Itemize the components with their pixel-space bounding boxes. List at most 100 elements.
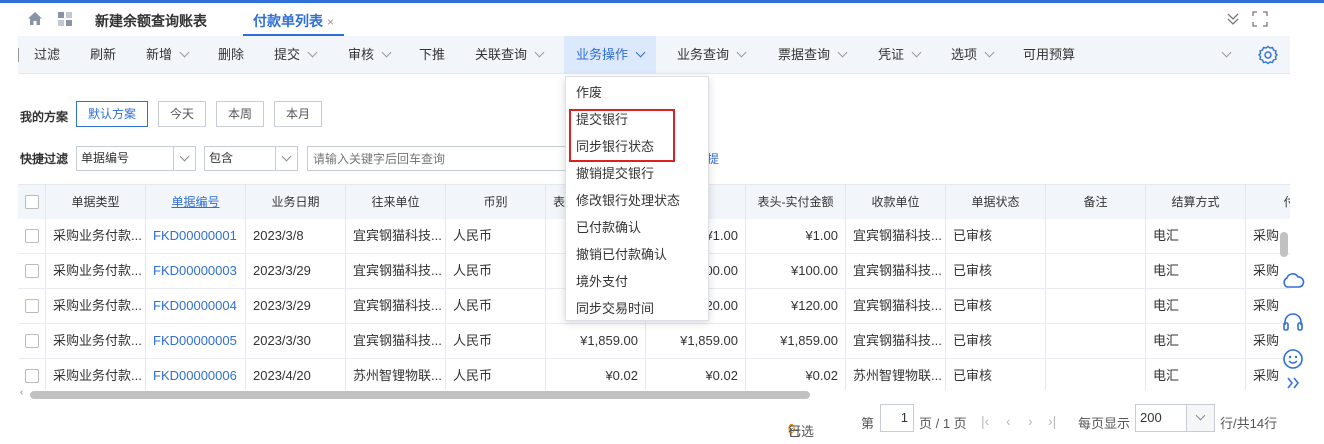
header-settlement[interactable]: 结算方式	[1146, 185, 1246, 219]
options-button[interactable]: 选项	[951, 36, 995, 74]
chevron-down-icon	[381, 47, 392, 58]
cell-counterparty: 宜宾钢猫科技...	[346, 219, 446, 253]
expand-side-icon[interactable]	[1280, 372, 1306, 394]
header-counterparty[interactable]: 往来单位	[346, 185, 446, 219]
push-down-button[interactable]: 下推	[419, 36, 445, 74]
menu-item-overseas-payment[interactable]: 境外支付	[566, 268, 708, 295]
cell-bill-number[interactable]: FKD00000001	[146, 219, 246, 253]
last-page-icon[interactable]: ›|	[1048, 413, 1056, 429]
cell-bill-type: 采购业务付款...	[46, 254, 146, 288]
row-checkbox[interactable]	[25, 334, 39, 348]
related-query-label: 关联查询	[475, 47, 528, 62]
header-payee[interactable]: 收款单位	[846, 185, 946, 219]
bill-query-button[interactable]: 票据查询	[778, 36, 848, 74]
refresh-button[interactable]: 刷新	[90, 36, 116, 74]
filter-button[interactable]: 过滤	[34, 36, 60, 74]
cell-counterparty: 宜宾钢猫科技...	[346, 324, 446, 358]
next-page-icon[interactable]: ›	[1028, 413, 1033, 429]
tab-balance-query[interactable]: 新建余额查询账表	[95, 11, 207, 31]
header-status[interactable]: 单据状态	[946, 185, 1046, 219]
delete-button[interactable]: 删除	[218, 36, 244, 74]
menu-item-modify-bank-status[interactable]: 修改银行处理状态	[566, 187, 708, 214]
voucher-button[interactable]: 凭证	[878, 36, 922, 74]
submit-label: 提交	[274, 47, 301, 62]
chevron-down-icon	[635, 47, 646, 58]
search-input[interactable]	[307, 146, 567, 171]
related-query-button[interactable]: 关联查询	[475, 36, 545, 74]
row-checkbox[interactable]	[25, 299, 39, 313]
row-checkbox[interactable]	[25, 264, 39, 278]
submit-button[interactable]: 提交	[274, 36, 318, 74]
cell-remark	[1046, 324, 1146, 358]
header-bill-number[interactable]: 单据编号	[146, 185, 246, 219]
page-size-select[interactable]: 200	[1135, 404, 1215, 432]
collapse-icon[interactable]	[1226, 11, 1240, 27]
scheme-default-button[interactable]: 默认方案	[76, 101, 148, 127]
cloud-icon[interactable]	[1280, 268, 1306, 294]
cell-actual-amount: ¥100.00	[746, 254, 846, 288]
cell-settlement: 电汇	[1146, 254, 1246, 288]
page-number-input[interactable]: 1	[880, 404, 914, 432]
cell-amount-2: ¥0.02	[646, 359, 746, 390]
header-remark[interactable]: 备注	[1046, 185, 1146, 219]
vertical-scroll-thumb[interactable]	[1280, 232, 1288, 257]
menu-item-sync-trade-time[interactable]: 同步交易时间	[566, 295, 708, 322]
gear-icon[interactable]	[1258, 45, 1278, 65]
fullscreen-icon[interactable]	[1252, 11, 1268, 27]
cell-remark	[1046, 289, 1146, 323]
table-row[interactable]: 采购业务付款... FKD00000005 2023/3/30 宜宾钢猫科技... 人民…	[18, 324, 1290, 359]
cell-amount-1: ¥1,859.00	[546, 324, 646, 358]
menu-item-submit-bank[interactable]: 提交银行	[566, 106, 708, 133]
audit-button[interactable]: 审核	[348, 36, 392, 74]
filter-field-value: 单据编号	[81, 151, 130, 165]
smiley-icon[interactable]	[1280, 346, 1306, 372]
chevron-down-icon	[534, 47, 545, 58]
headset-icon[interactable]	[1280, 309, 1306, 335]
row-checkbox[interactable]	[25, 369, 39, 383]
filter-field-select[interactable]: 单据编号	[76, 146, 196, 171]
cell-bill-number[interactable]: FKD00000006	[146, 359, 246, 390]
menu-item-payment-confirm[interactable]: 已付款确认	[566, 214, 708, 241]
business-operation-button[interactable]: 业务操作	[564, 36, 657, 74]
selected-suffix: 行	[788, 424, 802, 439]
home-icon[interactable]	[26, 10, 44, 28]
tab-payment-list[interactable]: 付款单列表 ×	[243, 8, 345, 36]
scheme-this-week-button[interactable]: 本周	[216, 101, 264, 127]
scroll-thumb[interactable]	[30, 391, 810, 399]
business-operation-menu: 作废 提交银行 同步银行状态 撤销提交银行 修改银行处理状态 已付款确认 撤销已…	[565, 76, 709, 321]
header-business-date[interactable]: 业务日期	[246, 185, 346, 219]
apps-grid-icon[interactable]	[57, 11, 73, 27]
cell-settlement: 电汇	[1146, 359, 1246, 390]
table-row[interactable]: 采购业务付款... FKD00000006 2023/4/20 苏州智锂物联... 人民…	[18, 359, 1290, 390]
header-actual-amount[interactable]: 表头-实付金额	[746, 185, 846, 219]
more-button[interactable]	[1214, 36, 1232, 74]
first-page-icon[interactable]: |‹	[981, 413, 989, 429]
cell-bill-number[interactable]: FKD00000005	[146, 324, 246, 358]
new-button[interactable]: 新增	[146, 36, 190, 74]
horizontal-scrollbar[interactable]: ‹	[18, 387, 1290, 400]
select-all-checkbox[interactable]	[25, 195, 39, 209]
prev-page-icon[interactable]: ‹	[1006, 413, 1011, 429]
available-budget-button[interactable]: 可用预算	[1023, 36, 1075, 74]
menu-item-revoke-submit-bank[interactable]: 撤销提交银行	[566, 160, 708, 187]
cell-remark	[1046, 359, 1146, 390]
chevron-down-icon	[1221, 47, 1232, 58]
scheme-this-month-button[interactable]: 本月	[274, 101, 322, 127]
menu-item-void[interactable]: 作废	[566, 79, 708, 106]
scheme-today-button[interactable]: 今天	[158, 101, 206, 127]
row-checkbox[interactable]	[25, 229, 39, 243]
close-icon[interactable]: ×	[327, 15, 334, 29]
cell-bill-number[interactable]: FKD00000003	[146, 254, 246, 288]
header-payment-purpose[interactable]: 付款	[1246, 185, 1290, 219]
header-bill-type[interactable]: 单据类型	[46, 185, 146, 219]
menu-item-sync-bank-status[interactable]: 同步银行状态	[566, 133, 708, 160]
filter-operator-select[interactable]: 包含	[204, 146, 298, 171]
scroll-left-icon[interactable]: ‹	[20, 387, 23, 398]
business-query-label: 业务查询	[677, 47, 730, 62]
cell-settlement: 电汇	[1146, 324, 1246, 358]
chevron-down-icon	[837, 47, 848, 58]
menu-item-revoke-payment-confirm[interactable]: 撤销已付款确认	[566, 241, 708, 268]
header-currency[interactable]: 币别	[446, 185, 546, 219]
business-query-button[interactable]: 业务查询	[677, 36, 747, 74]
cell-bill-number[interactable]: FKD00000004	[146, 289, 246, 323]
